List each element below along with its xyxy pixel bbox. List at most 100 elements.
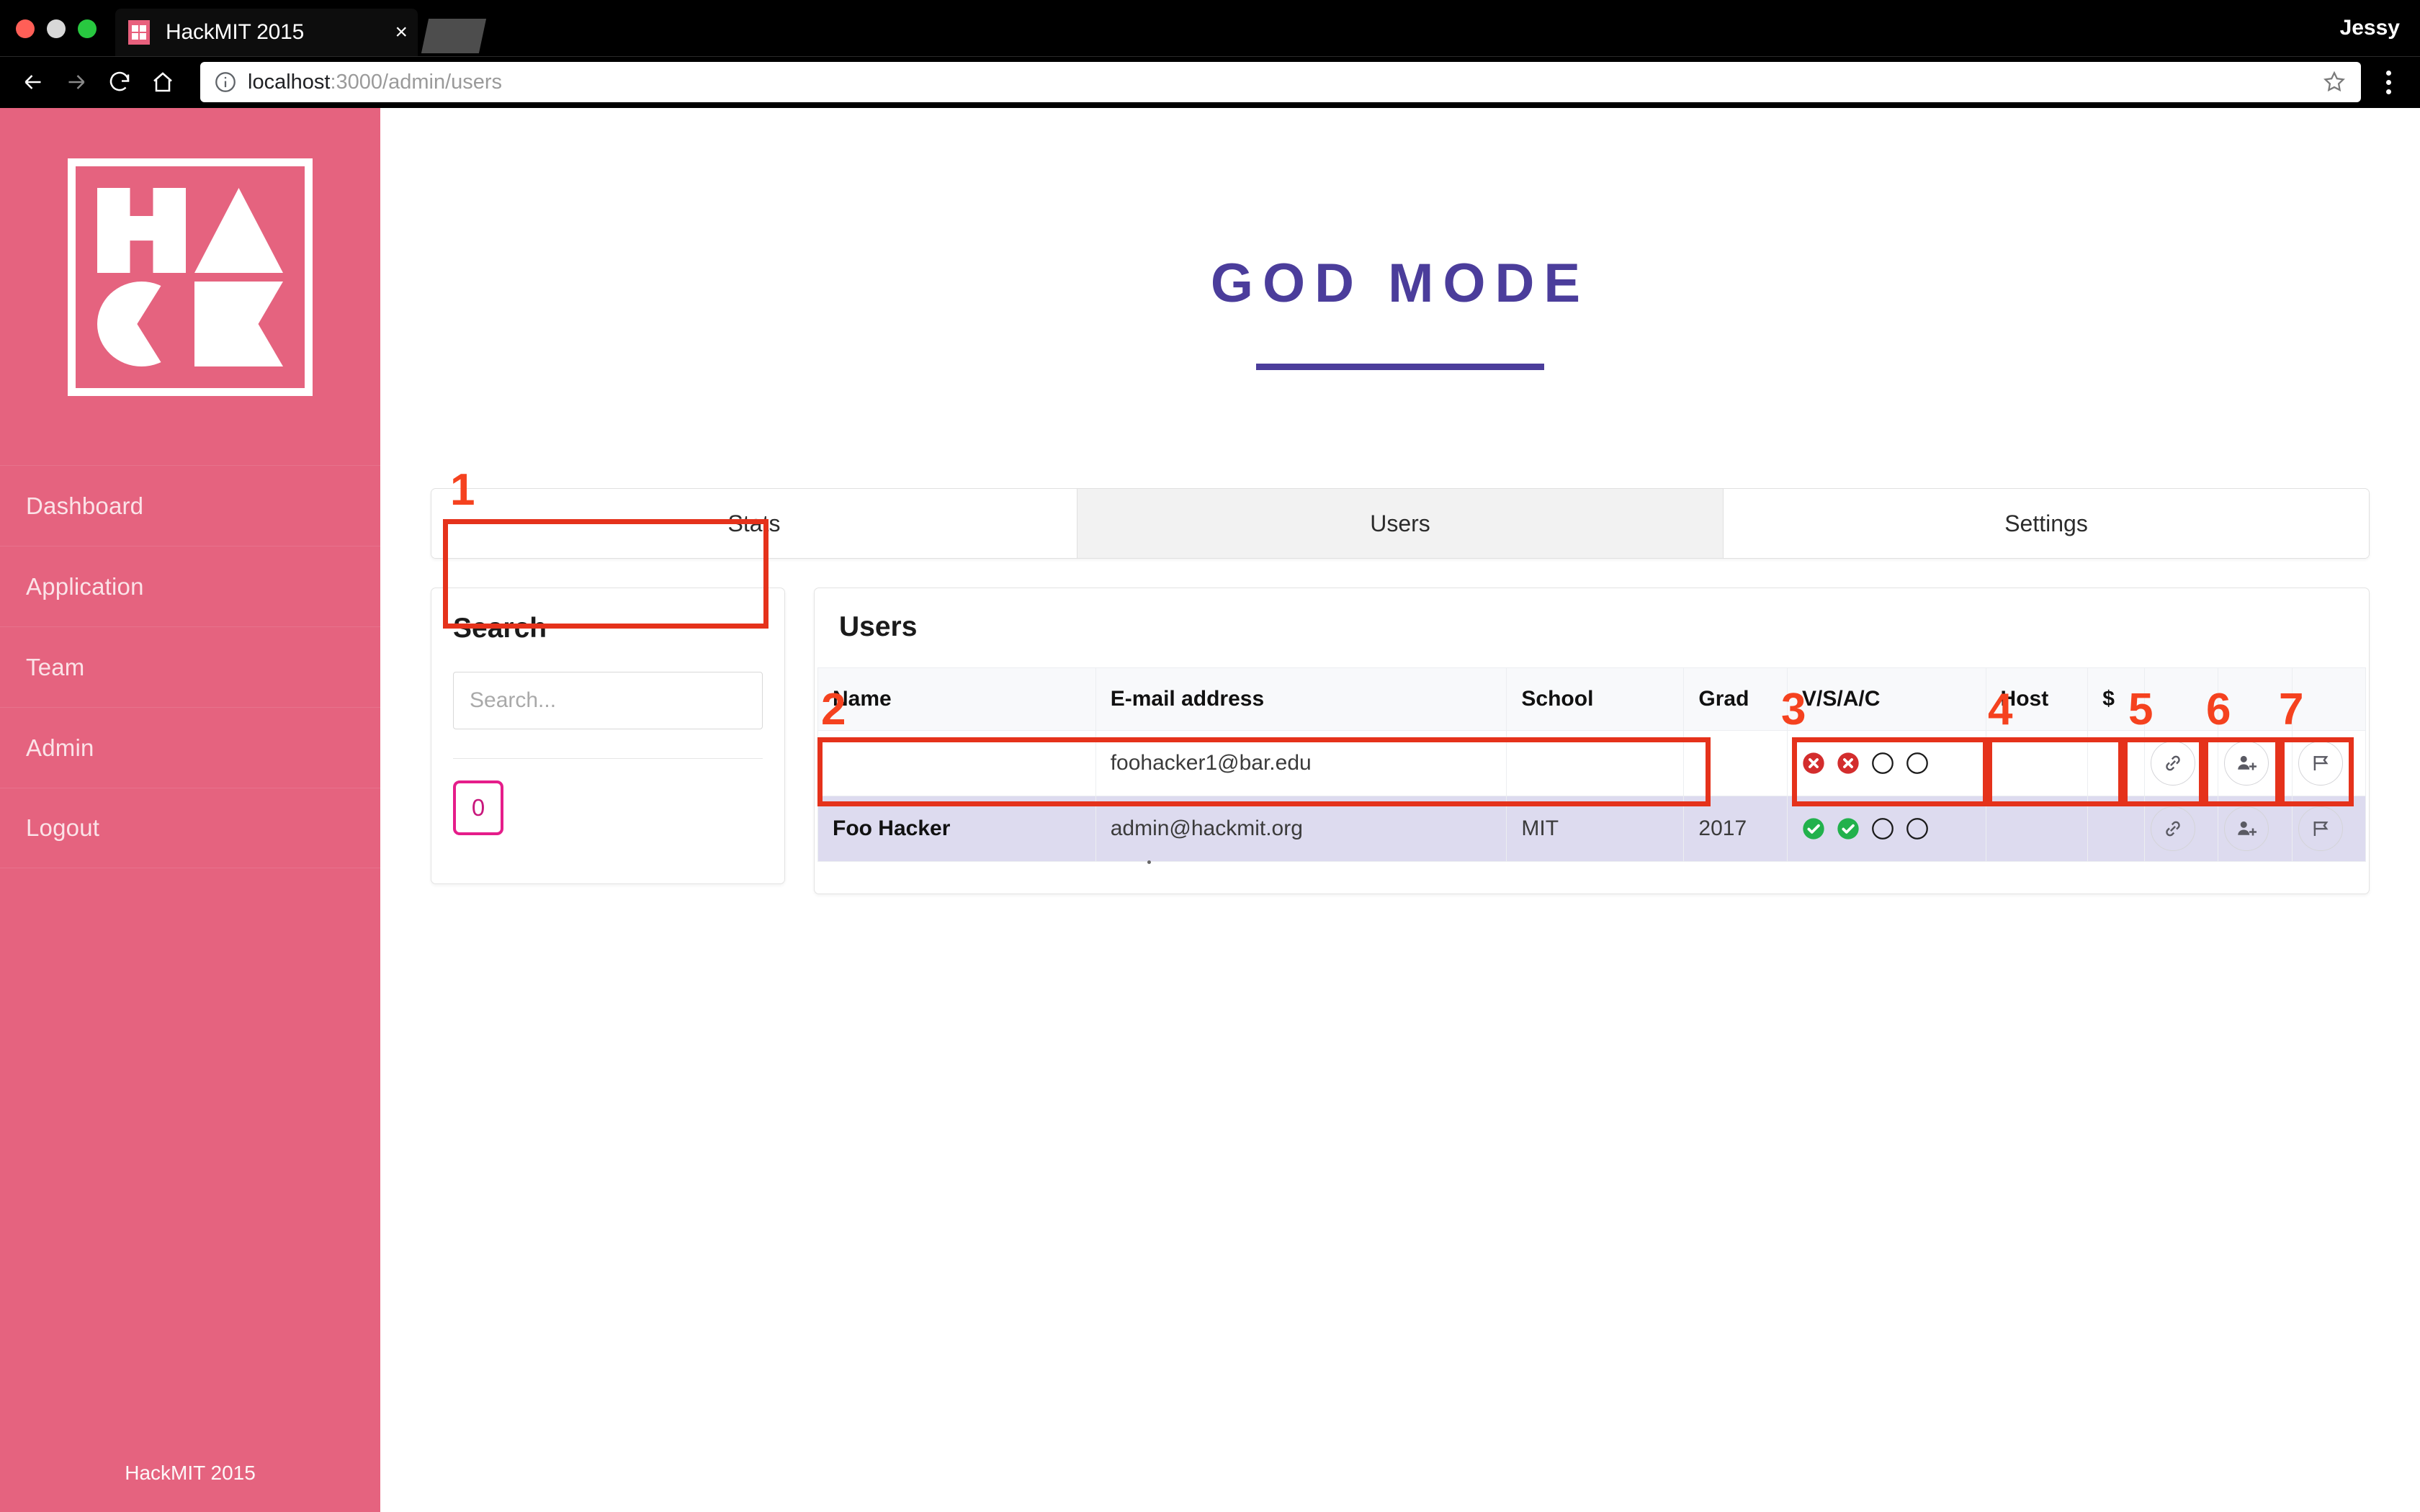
sidebar-item-team[interactable]: Team (0, 626, 380, 707)
sidebar-item-label: Application (26, 573, 144, 600)
table-row[interactable]: foohacker1@bar.edu (818, 731, 2366, 796)
logo-letter-a-icon (194, 188, 283, 273)
back-arrow-icon[interactable] (14, 63, 52, 101)
column-header-action-3 (2292, 668, 2365, 731)
chrome-menu-icon[interactable] (2371, 71, 2406, 94)
cell-school (1507, 731, 1684, 796)
add-user-button[interactable] (2224, 741, 2269, 786)
admin-tab-bar: Stats Users Settings (431, 488, 2370, 559)
close-tab-icon[interactable]: × (395, 22, 408, 43)
sidebar-item-label: Dashboard (26, 492, 143, 520)
column-header-action-1 (2144, 668, 2218, 731)
bookmark-star-icon[interactable] (2322, 70, 2347, 94)
cell-money (2088, 731, 2145, 796)
cell-email: admin@hackmit.org (1095, 796, 1507, 862)
cell-money (2088, 796, 2145, 862)
search-input-wrapper[interactable] (453, 672, 763, 729)
link-button[interactable] (2151, 806, 2195, 851)
sidebar-item-label: Admin (26, 734, 94, 762)
browser-tab-title: HackMIT 2015 (166, 20, 304, 45)
sidebar-item-application[interactable]: Application (0, 546, 380, 626)
cell-action-flag (2292, 796, 2365, 862)
sidebar-item-label: Logout (26, 814, 99, 842)
sidebar-item-logout[interactable]: Logout (0, 788, 380, 868)
sidebar-logo[interactable] (0, 108, 380, 396)
sidebar-item-label: Team (26, 654, 85, 681)
page-title: GOD MODE (380, 252, 2420, 315)
cell-action-link (2144, 731, 2218, 796)
close-window-button[interactable] (16, 19, 35, 38)
cell-action-user-add (2218, 796, 2292, 862)
main-content: GOD MODE Stats Users Settings Search 0 (380, 108, 2420, 1512)
page-body: Dashboard Application Team Admin Logout … (0, 108, 2420, 1512)
column-header-money[interactable]: $ (2088, 668, 2145, 731)
logo-letter-k-icon (194, 282, 283, 366)
status-x-icon[interactable] (1837, 752, 1860, 775)
address-bar-url: localhost:3000/admin/users (248, 71, 502, 94)
flag-icon (2310, 818, 2331, 840)
sidebar-item-admin[interactable]: Admin (0, 707, 380, 788)
cell-grad: 2017 (1684, 796, 1788, 862)
column-header-vsac[interactable]: V/S/A/C (1788, 668, 1986, 731)
forward-arrow-icon[interactable] (58, 63, 95, 101)
users-panel-title: Users (815, 611, 2369, 643)
add-user-button[interactable] (2224, 806, 2269, 851)
tab-users[interactable]: Users (1077, 489, 1724, 558)
status-empty-icon[interactable] (1871, 752, 1894, 775)
maximize-window-button[interactable] (78, 19, 97, 38)
sidebar-footer-label: HackMIT 2015 (0, 1462, 380, 1485)
browser-titlebar: HackMIT 2015 × Jessy (0, 0, 2420, 56)
cell-vsac (1788, 731, 1986, 796)
users-panel: Users Name E-mail address School Grad (814, 588, 2370, 894)
status-x-icon[interactable] (1802, 752, 1825, 775)
flag-button[interactable] (2298, 806, 2343, 851)
chrome-divider (0, 56, 2420, 57)
column-header-grad[interactable]: Grad (1684, 668, 1788, 731)
column-header-host[interactable]: Host (1986, 668, 2088, 731)
status-check-icon[interactable] (1802, 817, 1825, 840)
home-icon[interactable] (144, 63, 182, 101)
profile-name-label[interactable]: Jessy (2340, 16, 2400, 40)
link-button[interactable] (2151, 741, 2195, 786)
cell-host (1986, 796, 2088, 862)
cell-action-user-add (2218, 731, 2292, 796)
link-icon (2162, 752, 2184, 774)
page-info-icon[interactable] (213, 70, 238, 94)
column-header-school[interactable]: School (1507, 668, 1684, 731)
minimize-window-button[interactable] (47, 19, 66, 38)
user-add-icon (2236, 818, 2257, 840)
cell-action-link (2144, 796, 2218, 862)
flag-button[interactable] (2298, 741, 2343, 786)
table-row[interactable]: Foo Hacker admin@hackmit.org MIT 2017 (818, 796, 2366, 862)
address-bar[interactable]: localhost:3000/admin/users (200, 62, 2361, 102)
url-host: localhost (248, 71, 330, 94)
sidebar-nav: Dashboard Application Team Admin Logout (0, 465, 380, 868)
logo-letter-c-icon (97, 282, 186, 366)
sidebar-item-dashboard[interactable]: Dashboard (0, 465, 380, 546)
status-empty-icon[interactable] (1906, 752, 1929, 775)
title-underline-rule (1256, 364, 1544, 370)
new-tab-button[interactable] (421, 19, 486, 53)
cell-vsac (1788, 796, 1986, 862)
tab-stats[interactable]: Stats (431, 489, 1077, 558)
flag-icon (2310, 752, 2331, 774)
search-panel-title: Search (453, 613, 763, 644)
status-empty-icon[interactable] (1871, 817, 1894, 840)
cell-email: foohacker1@bar.edu (1095, 731, 1507, 796)
search-input[interactable] (470, 688, 748, 713)
column-header-email[interactable]: E-mail address (1095, 668, 1507, 731)
status-empty-icon[interactable] (1906, 817, 1929, 840)
hack-logo-icon (68, 158, 313, 396)
user-add-icon (2236, 752, 2257, 774)
content-row: Search 0 Users (431, 588, 2370, 894)
tab-settings[interactable]: Settings (1724, 489, 2369, 558)
status-check-icon[interactable] (1837, 817, 1860, 840)
page-header: GOD MODE (380, 108, 2420, 370)
search-result-count-badge[interactable]: 0 (453, 780, 503, 835)
logo-letter-h-icon (97, 188, 186, 273)
reload-icon[interactable] (101, 63, 138, 101)
column-header-name[interactable]: Name (818, 668, 1096, 731)
browser-tab[interactable]: HackMIT 2015 × (115, 9, 418, 56)
browser-chrome: HackMIT 2015 × Jessy (0, 0, 2420, 108)
search-panel-divider (453, 758, 763, 759)
